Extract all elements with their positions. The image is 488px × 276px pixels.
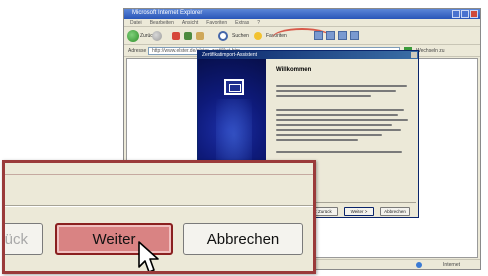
zoomed-cancel-button[interactable]: Abbrechen <box>183 223 303 255</box>
cancel-button[interactable]: Abbrechen <box>380 207 410 216</box>
browser-title: Microsoft Internet Explorer <box>132 10 203 16</box>
menu-bar: Datei Bearbeiten Ansicht Favoriten Extra… <box>124 19 480 27</box>
search-icon[interactable] <box>218 31 228 41</box>
zoom-separator-highlight <box>5 206 313 207</box>
wizard-intro-paragraph <box>276 85 412 100</box>
wizard-instruction-paragraph <box>276 151 412 156</box>
zoomed-back-button[interactable]: ück <box>5 223 43 255</box>
back-arrow-icon[interactable] <box>127 30 139 42</box>
cancel-button-label: Abbrechen <box>384 209 406 214</box>
zoom-top-rule <box>5 174 313 175</box>
zoom-callout: ück Weiter Abbrechen <box>2 160 316 274</box>
menu-item[interactable]: ? <box>257 20 260 26</box>
star-icon[interactable] <box>254 32 262 40</box>
browser-title-bar: Microsoft Internet Explorer <box>124 9 480 19</box>
menu-item[interactable]: Ansicht <box>182 20 198 26</box>
status-zone: Internet <box>443 262 460 268</box>
wizard-body-paragraph <box>276 109 412 144</box>
next-button[interactable]: Weiter > <box>344 207 374 216</box>
forward-arrow-icon[interactable] <box>152 31 162 41</box>
certificate-icon <box>224 79 244 95</box>
edit-icon[interactable] <box>350 31 359 40</box>
minimize-button[interactable] <box>452 10 460 18</box>
wizard-title-bar: Zertifikatimport-Assistent <box>198 51 418 59</box>
browser-toolbar: Zurück Suchen Favoriten <box>124 27 480 45</box>
stop-icon[interactable] <box>172 32 180 40</box>
next-button-label: Weiter > <box>350 209 368 214</box>
menu-item[interactable]: Favoriten <box>206 20 227 26</box>
window-controls <box>452 10 478 18</box>
go-label[interactable]: Wechseln zu <box>416 48 445 54</box>
history-icon[interactable] <box>314 31 323 40</box>
close-button[interactable] <box>470 10 478 18</box>
close-icon[interactable] <box>411 52 417 58</box>
mail-icon[interactable] <box>326 31 335 40</box>
home-icon[interactable] <box>196 32 204 40</box>
menu-item[interactable]: Extras <box>235 20 249 26</box>
wizard-title: Zertifikatimport-Assistent <box>202 52 258 58</box>
wizard-heading: Willkommen <box>276 67 312 73</box>
refresh-icon[interactable] <box>184 32 192 40</box>
toolbar-icon-group <box>314 31 359 40</box>
mouse-cursor-icon <box>138 241 159 271</box>
menu-item[interactable]: Datei <box>130 20 142 26</box>
search-label[interactable]: Suchen <box>232 33 249 39</box>
maximize-button[interactable] <box>461 10 469 18</box>
menu-item[interactable]: Bearbeiten <box>150 20 174 26</box>
globe-icon <box>416 262 422 268</box>
print-icon[interactable] <box>338 31 347 40</box>
address-label: Adresse <box>128 48 147 54</box>
